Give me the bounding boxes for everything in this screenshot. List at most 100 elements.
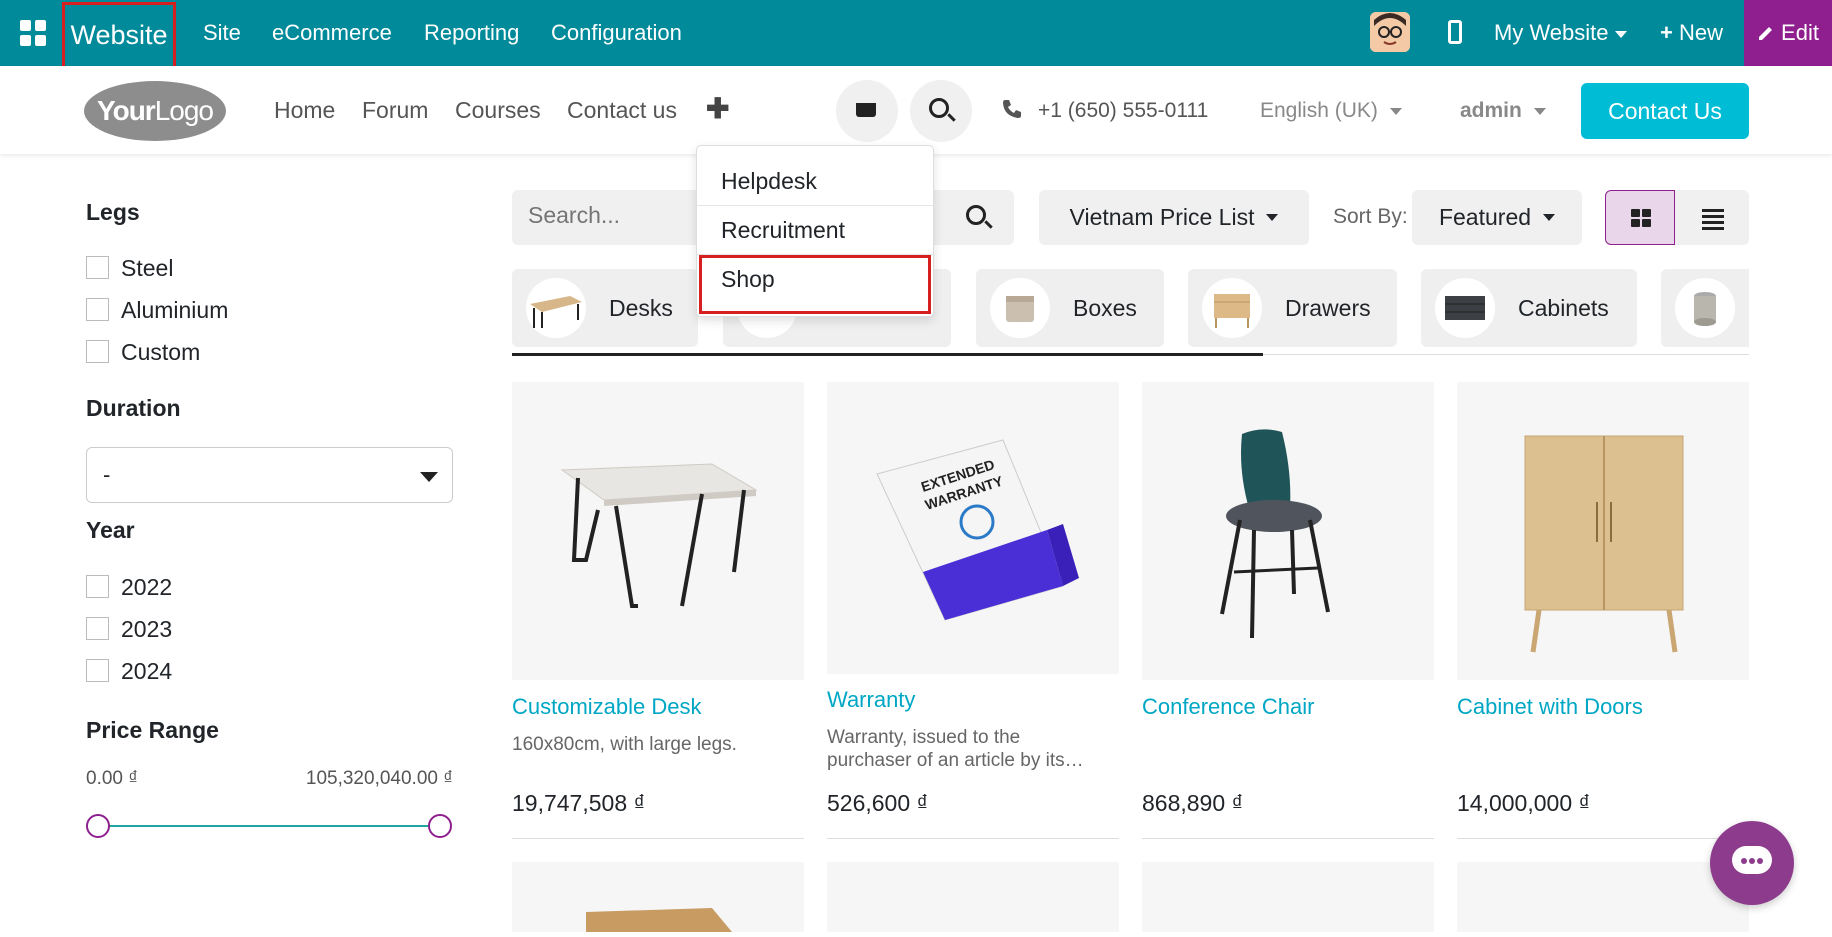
plus-icon: + — [1660, 20, 1673, 45]
filter-year-title: Year — [86, 517, 135, 543]
duration-value: - — [103, 462, 111, 487]
checkbox-label-custom[interactable]: Custom — [121, 339, 200, 366]
category-label: Desks — [609, 295, 673, 321]
price-min: 0.00 ₫ — [86, 768, 139, 789]
header-search-button[interactable] — [910, 80, 972, 142]
nav-courses[interactable]: Courses — [455, 97, 541, 124]
product-divider — [1142, 838, 1434, 839]
sort-by-label: Sort By: — [1333, 205, 1408, 228]
caret-down-icon — [1543, 214, 1556, 221]
category-label: Boxes — [1073, 295, 1137, 321]
dropdown-item-recruitment[interactable]: Recruitment — [721, 217, 845, 244]
caret-down-icon — [1533, 107, 1546, 115]
checkbox-aluminium[interactable] — [86, 298, 109, 321]
admin-navbar: Website Site eCommerce Reporting Configu… — [0, 0, 1832, 69]
category-desks-image — [526, 278, 586, 338]
checkbox-label-2024[interactable]: 2024 — [121, 658, 172, 685]
pricelist-dropdown[interactable]: Vietnam Price List — [1039, 190, 1309, 245]
category-label: Drawers — [1285, 295, 1371, 321]
checkbox-custom[interactable] — [86, 340, 109, 363]
cart-button[interactable] — [836, 80, 898, 142]
price-range-min-handle[interactable] — [86, 814, 110, 838]
nav-contact-us[interactable]: Contact us — [567, 97, 677, 124]
sort-dropdown[interactable]: Featured — [1412, 190, 1582, 245]
category-desks[interactable]: Desks — [512, 269, 698, 347]
checkbox-2022[interactable] — [86, 575, 109, 598]
price-range-track[interactable] — [98, 825, 440, 827]
dropdown-divider — [697, 205, 935, 206]
language-selector[interactable]: English (UK) — [1260, 99, 1402, 123]
checkbox-label-steel[interactable]: Steel — [121, 255, 173, 282]
product-divider — [827, 838, 1119, 839]
product-image-next-row[interactable] — [1142, 862, 1434, 932]
product-image-cabinet-with-doors[interactable] — [1457, 382, 1749, 680]
livechat-button[interactable] — [1710, 821, 1794, 905]
caret-down-icon — [1389, 107, 1402, 115]
product-image-next-row[interactable] — [827, 862, 1119, 932]
category-cabinets[interactable]: Cabinets — [1421, 269, 1637, 347]
price-max: 105,320,040.00 ₫ — [305, 768, 453, 789]
menu-ecommerce[interactable]: eCommerce — [272, 20, 392, 46]
site-logo[interactable]: Your Logo — [84, 81, 226, 141]
category-more[interactable] — [1661, 269, 1749, 347]
apps-menu-icon[interactable] — [20, 20, 46, 46]
new-button[interactable]: + New — [1660, 20, 1723, 46]
contact-us-button[interactable]: Contact Us — [1581, 83, 1749, 139]
filter-legs-title: Legs — [86, 199, 140, 225]
caret-down-icon — [420, 472, 438, 482]
search-icon[interactable] — [966, 205, 986, 225]
add-menu-dropdown: Helpdesk Recruitment Shop — [696, 145, 935, 317]
category-boxes[interactable]: Boxes — [976, 269, 1164, 347]
my-website-label: My Website — [1494, 20, 1609, 45]
user-name: admin — [1460, 99, 1522, 122]
grid-view-button[interactable] — [1605, 190, 1675, 245]
product-image-next-row[interactable] — [1457, 862, 1749, 932]
add-menu-plus-icon[interactable]: ✚ — [706, 92, 729, 125]
category-drawers[interactable]: Drawers — [1188, 269, 1397, 347]
checkbox-label-2022[interactable]: 2022 — [121, 574, 172, 601]
product-name-customizable-desk[interactable]: Customizable Desk — [512, 694, 702, 720]
product-price-cabinet-with-doors: 14,000,000 ₫ — [1457, 790, 1591, 816]
logo-text-logo: Logo — [154, 95, 214, 126]
dropdown-item-helpdesk[interactable]: Helpdesk — [721, 168, 817, 195]
category-boxes-image — [990, 278, 1050, 338]
my-website-dropdown[interactable]: My Website — [1494, 20, 1627, 46]
product-name-warranty[interactable]: Warranty — [827, 687, 915, 713]
shop-highlight-box — [699, 255, 931, 314]
nav-forum[interactable]: Forum — [362, 97, 428, 124]
product-image-next-row[interactable] — [512, 862, 804, 932]
product-image-customizable-desk[interactable] — [512, 382, 804, 680]
product-name-cabinet-with-doors[interactable]: Cabinet with Doors — [1457, 694, 1643, 720]
product-desc-customizable-desk: 160x80cm, with large legs. — [512, 734, 737, 755]
category-more-image — [1675, 278, 1735, 338]
product-price-warranty: 526,600 ₫ — [827, 790, 929, 816]
list-view-button[interactable] — [1675, 190, 1749, 245]
mobile-preview-icon[interactable] — [1448, 20, 1462, 44]
nav-home[interactable]: Home — [274, 97, 335, 124]
product-image-conference-chair[interactable] — [1142, 382, 1434, 680]
duration-select[interactable]: - — [86, 447, 453, 503]
product-name-conference-chair[interactable]: Conference Chair — [1142, 694, 1314, 720]
checkbox-2023[interactable] — [86, 617, 109, 640]
price-range-max-handle[interactable] — [428, 814, 452, 838]
app-brand-website[interactable]: Website — [62, 2, 176, 69]
phone-icon — [1003, 100, 1021, 118]
product-price-customizable-desk: 19,747,508 ₫ — [512, 790, 646, 816]
user-avatar[interactable] — [1370, 12, 1410, 52]
product-image-warranty[interactable]: EXTENDED WARRANTY — [827, 382, 1119, 674]
product-divider — [1457, 838, 1749, 839]
category-label: Cabinets — [1518, 295, 1609, 321]
checkbox-steel[interactable] — [86, 256, 109, 279]
menu-site[interactable]: Site — [203, 20, 241, 46]
caret-down-icon — [1266, 214, 1279, 221]
checkbox-2024[interactable] — [86, 659, 109, 682]
phone-number[interactable]: +1 (650) 555-0111 — [1038, 99, 1208, 123]
menu-configuration[interactable]: Configuration — [551, 20, 682, 46]
logo-text-your: Your — [97, 95, 156, 126]
checkbox-label-aluminium[interactable]: Aluminium — [121, 297, 228, 324]
menu-reporting[interactable]: Reporting — [424, 20, 519, 46]
checkbox-label-2023[interactable]: 2023 — [121, 616, 172, 643]
user-menu[interactable]: admin — [1460, 99, 1546, 123]
edit-label: Edit — [1781, 20, 1819, 45]
edit-button[interactable]: Edit — [1744, 0, 1832, 66]
